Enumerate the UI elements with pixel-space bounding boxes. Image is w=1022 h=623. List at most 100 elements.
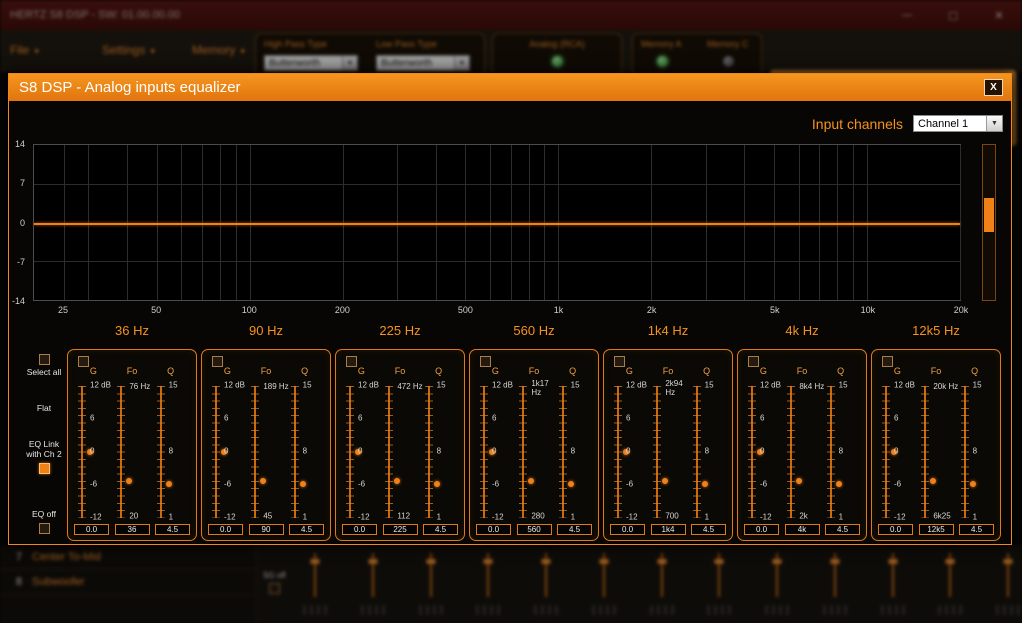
q-slider[interactable] bbox=[424, 386, 440, 518]
output-fader[interactable] bbox=[707, 549, 732, 621]
eq-link-checkbox[interactable] bbox=[38, 462, 50, 474]
frequency-value-box[interactable]: 1k4 bbox=[650, 524, 686, 535]
q-value-box[interactable]: 4.5 bbox=[959, 524, 994, 535]
maximize-button[interactable] bbox=[930, 0, 976, 30]
gain-value-box[interactable]: 0.0 bbox=[342, 524, 377, 535]
gain-slider[interactable] bbox=[346, 386, 361, 518]
graph-scrollbar[interactable] bbox=[982, 144, 996, 301]
fader-thumb[interactable] bbox=[368, 559, 378, 564]
chevron-down-icon[interactable] bbox=[342, 56, 357, 70]
gain-value-box[interactable]: 0.0 bbox=[74, 524, 109, 535]
frequency-scale-min-label: 45 bbox=[263, 511, 273, 521]
q-slider[interactable] bbox=[290, 386, 306, 518]
output-fader[interactable] bbox=[360, 549, 385, 621]
eq-graph[interactable] bbox=[33, 144, 961, 301]
q-value-box[interactable]: 4.5 bbox=[423, 524, 458, 535]
settings-menu[interactable]: Settings bbox=[102, 43, 155, 57]
eq-off-checkbox[interactable] bbox=[38, 522, 50, 534]
file-menu[interactable]: File bbox=[10, 43, 39, 57]
gain-slider[interactable] bbox=[614, 386, 629, 518]
frequency-value-box[interactable]: 4k bbox=[784, 524, 820, 535]
flat-control[interactable]: Flat bbox=[21, 403, 67, 414]
minimize-button[interactable] bbox=[884, 0, 930, 30]
q-value-box[interactable]: 4.5 bbox=[691, 524, 726, 535]
channel-row[interactable]: 7 Center To-Mid bbox=[0, 545, 256, 570]
fader-thumb[interactable] bbox=[599, 559, 609, 564]
q-slider[interactable] bbox=[692, 386, 708, 518]
fader-thumb[interactable] bbox=[657, 559, 666, 564]
q-slider[interactable] bbox=[826, 386, 842, 518]
eq-link-control[interactable]: EQ Link with Ch 2 bbox=[21, 439, 67, 474]
output-fader[interactable] bbox=[822, 549, 847, 621]
y-axis-label: 7 bbox=[19, 178, 25, 189]
frequency-value-box[interactable]: 90 bbox=[248, 524, 284, 535]
gain-slider[interactable] bbox=[480, 386, 495, 518]
low-pass-select[interactable]: Butterworth bbox=[376, 55, 470, 71]
q-value-box[interactable]: 4.5 bbox=[557, 524, 592, 535]
high-pass-select[interactable]: Butterworth bbox=[264, 55, 358, 71]
fader-thumb[interactable] bbox=[426, 559, 435, 564]
channel-select[interactable]: Channel 1 bbox=[913, 115, 1003, 132]
output-fader[interactable] bbox=[765, 549, 789, 621]
fader-thumb[interactable] bbox=[310, 559, 320, 564]
frequency-slider[interactable] bbox=[251, 386, 267, 518]
gain-value-box[interactable]: 0.0 bbox=[476, 524, 511, 535]
gain-slider[interactable] bbox=[78, 386, 93, 518]
frequency-slider[interactable] bbox=[385, 386, 401, 518]
close-button[interactable] bbox=[976, 0, 1022, 30]
sg-off-control[interactable]: SG off bbox=[263, 571, 286, 594]
frequency-value-box[interactable]: 36 bbox=[114, 524, 150, 535]
dialog-close-button[interactable]: X bbox=[984, 79, 1003, 96]
q-value-box[interactable]: 4.5 bbox=[155, 524, 190, 535]
fader-thumb[interactable] bbox=[888, 559, 897, 564]
gain-slider[interactable] bbox=[882, 386, 897, 518]
memory-menu[interactable]: Memory bbox=[192, 43, 245, 57]
sg-off-checkbox[interactable] bbox=[268, 583, 280, 594]
output-fader[interactable] bbox=[880, 549, 905, 621]
fader-thumb[interactable] bbox=[714, 559, 724, 564]
output-fader[interactable] bbox=[591, 549, 616, 621]
fader-thumb[interactable] bbox=[945, 559, 955, 564]
dialog-titlebar[interactable]: S8 DSP - Analog inputs equalizer X bbox=[9, 74, 1011, 101]
q-scale-label: 8 bbox=[704, 446, 710, 456]
fader-thumb[interactable] bbox=[772, 559, 782, 564]
select-all-checkbox[interactable] bbox=[38, 354, 50, 365]
q-slider[interactable] bbox=[558, 386, 574, 518]
frequency-slider[interactable] bbox=[787, 386, 803, 518]
gain-value-box[interactable]: 0.0 bbox=[208, 524, 243, 535]
gain-value-box[interactable]: 0.0 bbox=[744, 524, 779, 535]
q-value-box[interactable]: 4.5 bbox=[825, 524, 860, 535]
gain-value-box[interactable]: 0.0 bbox=[878, 524, 913, 535]
frequency-slider[interactable] bbox=[653, 386, 669, 518]
channel-row[interactable]: 8 Subwoofer bbox=[0, 570, 256, 595]
output-fader[interactable] bbox=[996, 549, 1020, 621]
fader-thumb[interactable] bbox=[483, 559, 493, 564]
fader-thumb[interactable] bbox=[830, 559, 840, 564]
q-slider[interactable] bbox=[960, 386, 976, 518]
q-value-box[interactable]: 4.5 bbox=[289, 524, 324, 535]
select-all-control[interactable]: Select all bbox=[21, 354, 67, 378]
q-slider[interactable] bbox=[156, 386, 172, 518]
chevron-down-icon[interactable] bbox=[454, 56, 469, 70]
output-fader[interactable] bbox=[418, 549, 443, 621]
frequency-value-box[interactable]: 12k5 bbox=[918, 524, 954, 535]
frequency-value-box[interactable]: 225 bbox=[382, 524, 418, 535]
chevron-down-icon[interactable] bbox=[986, 116, 1002, 131]
frequency-slider[interactable] bbox=[921, 386, 937, 518]
output-fader[interactable] bbox=[649, 549, 674, 621]
gain-scale-label: -6 bbox=[224, 479, 232, 489]
output-fader[interactable] bbox=[938, 549, 963, 621]
fader-thumb[interactable] bbox=[541, 559, 551, 564]
output-fader[interactable] bbox=[534, 549, 558, 621]
frequency-slider[interactable] bbox=[519, 386, 535, 518]
output-fader[interactable] bbox=[303, 549, 327, 621]
graph-scrollbar-handle[interactable] bbox=[984, 197, 994, 232]
eq-off-control[interactable]: EQ off bbox=[21, 509, 67, 534]
gain-slider[interactable] bbox=[212, 386, 227, 518]
output-fader[interactable] bbox=[476, 549, 501, 621]
gain-value-box[interactable]: 0.0 bbox=[610, 524, 645, 535]
frequency-slider[interactable] bbox=[117, 386, 133, 518]
gain-slider[interactable] bbox=[748, 386, 763, 518]
frequency-value-box[interactable]: 560 bbox=[516, 524, 552, 535]
fader-thumb[interactable] bbox=[1003, 559, 1013, 564]
